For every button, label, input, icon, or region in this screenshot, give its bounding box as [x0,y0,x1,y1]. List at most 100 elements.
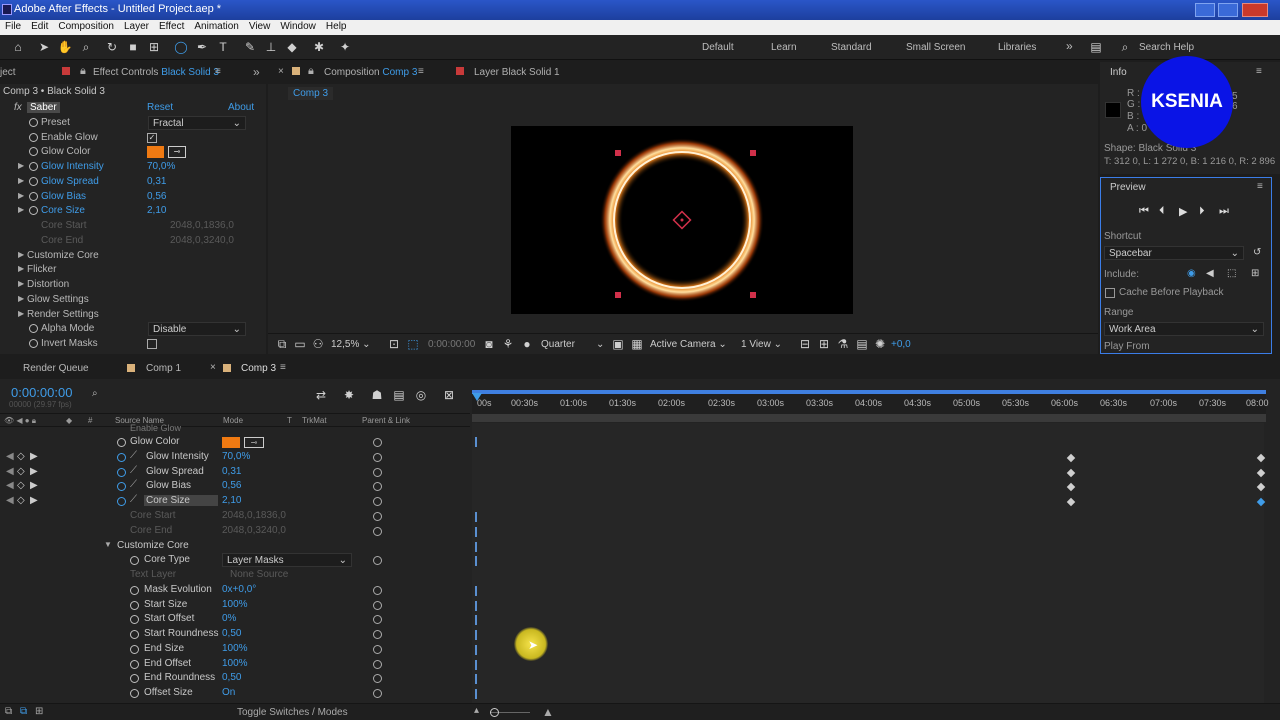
graph-editor-icon[interactable]: ⊠ [441,387,457,403]
panel-menu-icon[interactable]: ≡ [1256,66,1262,77]
search-icon[interactable]: ⌕ [1117,39,1133,55]
stopwatch-icon[interactable] [130,615,139,624]
stopwatch-icon[interactable] [130,689,139,698]
frame-blending-icon[interactable]: ▤ [391,387,407,403]
roto-brush-tool-icon[interactable]: ✱ [311,39,327,55]
layer-handle[interactable] [750,150,756,156]
group-customize-core[interactable]: ▶ Customize Core [0,249,266,263]
flowchart-icon[interactable]: ⚗ [835,336,851,352]
workspace-small-screen[interactable]: Small Screen [906,42,965,53]
stopwatch-icon[interactable] [130,601,139,610]
preset-dropdown[interactable]: Fractal ⌄ [148,116,246,130]
timeline-toggle-icon[interactable]: ⊞ [816,336,832,352]
tl-row-offset-size[interactable]: Offset Size On [0,686,470,701]
keyframe-next-icon[interactable]: ▶ [30,480,38,491]
time-ruler[interactable]: 00s 00:30s 01:00s 01:30s 02:00s 02:30s 0… [472,390,1269,422]
glow-intensity-value[interactable]: 70,0% [222,451,250,462]
layer-switches-icon[interactable]: ⧉ [5,706,12,717]
expression-pickwhip-icon[interactable] [373,527,382,536]
stopwatch-icon[interactable] [29,162,38,171]
ellipse-tool-icon[interactable]: ◯ [173,39,189,55]
stopwatch-icon[interactable] [117,482,126,491]
clone-stamp-tool-icon[interactable]: ⊥ [263,39,279,55]
region-of-interest-icon[interactable]: ⬚ [405,336,421,352]
show-snapshot-icon[interactable]: ⚘ [500,336,516,352]
snapshot-icon[interactable]: ◙ [481,336,497,352]
expression-pickwhip-icon[interactable] [373,497,382,506]
expression-pickwhip-icon[interactable] [373,674,382,683]
exposure-reset-icon[interactable]: ✺ [872,336,888,352]
brush-tool-icon[interactable]: ✎ [242,39,258,55]
group-flicker[interactable]: ▶ Flicker [0,263,266,277]
group-distortion[interactable]: ▶ Distortion [0,278,266,292]
tl-row-end-size[interactable]: End Size 100% [0,642,470,657]
expression-pickwhip-icon[interactable] [373,601,382,610]
search-icon[interactable]: ⌕ [92,388,98,399]
color-channels-icon[interactable]: ● [519,336,535,352]
previous-frame-icon[interactable]: ⏴ [1159,205,1165,218]
puppet-tool-icon[interactable]: ✦ [337,39,353,55]
eyedropper-icon[interactable]: ⊸ [168,146,186,158]
keyframe-nav-icon[interactable]: ◀ [6,480,14,491]
workspace-learn[interactable]: Learn [771,42,797,53]
graph-icon[interactable]: ⟋ [130,494,137,505]
keyframe-add-icon[interactable]: ◇ [17,466,25,477]
expression-pickwhip-icon[interactable] [373,615,382,624]
draft-3d-icon[interactable]: ✸ [341,387,357,403]
end-size-value[interactable]: 100% [222,643,248,654]
stopwatch-icon[interactable] [117,468,126,477]
expand-triangle-icon[interactable]: ▶ [18,309,24,318]
monitor-icon[interactable]: ▭ [292,336,308,352]
stopwatch-icon[interactable] [130,556,139,565]
tl-row-core-type[interactable]: Core Type Layer Masks ⌄ [0,553,470,568]
tab-render-queue[interactable]: Render Queue [23,363,89,374]
keyframe-add-icon[interactable]: ◇ [17,495,25,506]
exposure-value[interactable]: +0,0 [891,339,911,350]
zoom-out-icon[interactable]: ▴ [474,705,479,716]
lock-icon[interactable]: 🔒︎ [308,65,314,78]
pan-behind-tool-icon[interactable]: ⊞ [146,39,162,55]
last-frame-icon[interactable]: ⏭ [1219,205,1229,218]
fx-icon[interactable]: fx [14,102,22,113]
stopwatch-icon[interactable] [29,206,38,215]
expression-pickwhip-icon[interactable] [373,468,382,477]
home-icon[interactable]: ⌂ [10,39,26,55]
panel-menu-icon[interactable]: ≡ [418,66,424,77]
in-out-panes-icon[interactable]: ⊞ [35,706,43,717]
stopwatch-icon[interactable] [29,147,38,156]
group-render-settings[interactable]: ▶ Render Settings [0,308,266,322]
toggle-switches-modes[interactable]: Toggle Switches / Modes [237,707,348,718]
stopwatch-icon[interactable] [29,177,38,186]
menu-file[interactable]: File [0,20,26,33]
expression-pickwhip-icon[interactable] [373,482,382,491]
motion-blur-icon[interactable]: ◎ [413,387,429,403]
expand-triangle-icon[interactable]: ▶ [18,294,24,303]
pixel-aspect-icon[interactable]: ⊟ [797,336,813,352]
zoom-tool-icon[interactable]: ⌕ [78,39,94,55]
expand-triangle-icon[interactable]: ▶ [18,279,24,288]
minimize-button[interactable] [1195,3,1215,17]
project-tab[interactable]: ject [0,67,16,78]
expression-pickwhip-icon[interactable] [373,556,382,565]
effect-controls-tab[interactable]: Effect Controls Black Solid 3 [93,67,219,78]
tl-group-customize-core[interactable]: ▼ Customize Core [0,539,470,554]
workspace-standard[interactable]: Standard [831,42,872,53]
core-type-dropdown[interactable]: Layer Masks ⌄ [222,553,352,567]
rotate-tool-icon[interactable]: ↻ [104,39,120,55]
keyframe-nav-icon[interactable]: ◀ [6,451,14,462]
zoom-in-icon[interactable]: ▲ [542,705,554,719]
glow-bias-value[interactable]: 0,56 [147,191,166,202]
include-overlays-icon[interactable]: ⬚ [1227,268,1236,279]
graph-icon[interactable]: ⟋ [130,450,137,461]
shy-layers-icon[interactable]: ☗ [369,387,385,403]
menu-composition[interactable]: Composition [53,20,119,33]
glow-bias-value[interactable]: 0,56 [222,480,241,491]
stopwatch-icon[interactable] [130,674,139,683]
eyedropper-icon[interactable]: ⊸ [244,437,264,448]
layer-duration-bar[interactable] [472,414,1266,422]
timeline-timecode[interactable]: 0:00:00:00 [11,385,72,400]
tl-row-start-roundness[interactable]: Start Roundness 0,50 [0,627,470,642]
tab-comp-3[interactable]: Comp 3 [241,363,276,374]
composition-tab[interactable]: Composition Comp 3 [324,67,417,78]
tl-row-start-size[interactable]: Start Size 100% [0,598,470,613]
